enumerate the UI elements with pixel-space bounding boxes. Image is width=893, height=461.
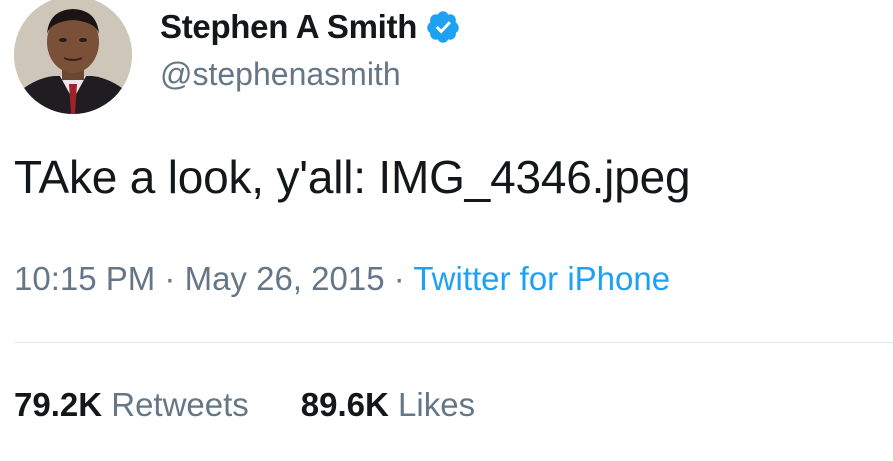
likes-stat[interactable]: 89.6K Likes: [301, 386, 475, 424]
tweet-source-link[interactable]: Twitter for iPhone: [413, 260, 670, 297]
author-handle[interactable]: @stephenasmith: [160, 56, 401, 93]
divider: [14, 342, 893, 343]
tweet-meta: 10:15 PM · May 26, 2015 · Twitter for iP…: [14, 260, 670, 298]
verified-badge-icon: [425, 9, 461, 45]
avatar[interactable]: [14, 0, 132, 114]
profile-photo: [14, 0, 132, 114]
tweet-time[interactable]: 10:15 PM: [14, 260, 155, 297]
retweets-stat[interactable]: 79.2K Retweets: [14, 386, 249, 424]
tweet-text: TAke a look, y'all: IMG_4346.jpeg: [14, 151, 691, 203]
author-display-name[interactable]: Stephen A Smith: [160, 8, 417, 46]
likes-label: Likes: [398, 386, 476, 423]
meta-separator: ·: [393, 260, 405, 297]
tweet-date[interactable]: May 26, 2015: [185, 260, 385, 297]
meta-separator: ·: [164, 260, 176, 297]
likes-count: 89.6K: [300, 386, 389, 423]
author-name-row[interactable]: Stephen A Smith: [160, 6, 461, 48]
tweet-stats: 79.2K Retweets 89.6K Likes: [14, 386, 527, 424]
retweets-count: 79.2K: [14, 386, 103, 423]
retweets-label: Retweets: [111, 386, 249, 423]
